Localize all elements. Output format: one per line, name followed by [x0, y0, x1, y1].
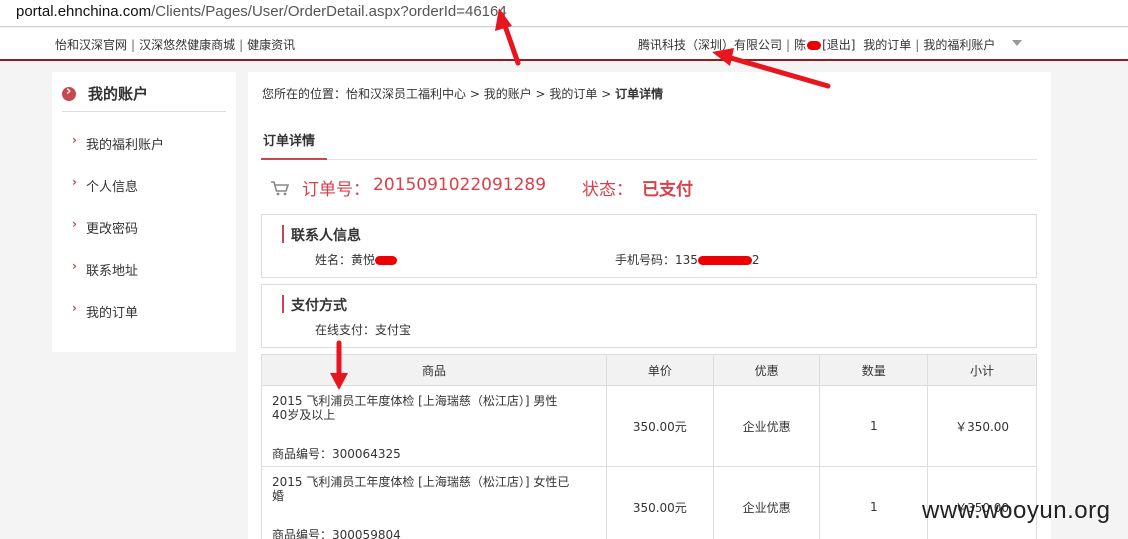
- payment-box: 支付方式 在线支付：支付宝: [261, 284, 1037, 348]
- arrow-circle-icon: [62, 84, 76, 101]
- my-account-link[interactable]: 我的福利账户: [923, 38, 995, 52]
- my-orders-link[interactable]: 我的订单: [863, 38, 911, 52]
- quantity: 1: [819, 466, 929, 539]
- order-number: 2015091022091289: [373, 175, 547, 195]
- sidebar-item-welfare-account[interactable]: 我的福利账户: [72, 133, 164, 176]
- payment-value: 支付宝: [375, 323, 412, 337]
- breadcrumb: 您所在的位置：怡和汉深员工福利中心 > 我的账户 > 我的订单 > 订单详情: [262, 85, 663, 102]
- sidebar-item-my-orders[interactable]: 我的订单: [72, 301, 164, 344]
- link-health-mall[interactable]: 汉深悠然健康商城: [139, 38, 235, 52]
- link-health-news[interactable]: 健康资讯: [247, 38, 295, 52]
- url-path: /Clients/Pages/User/OrderDetail.aspx?ord…: [151, 3, 507, 20]
- product-code: 商品编号：300064325: [272, 445, 401, 462]
- breadcrumb-prefix: 您所在的位置：: [262, 87, 347, 101]
- product-cell: 2015 飞利浦员工年度体检 [上海瑞慈（松江店）] 女性已婚 商品编号：300…: [261, 466, 607, 539]
- unit-price: 350.00元: [605, 466, 714, 539]
- col-header-subtotal: 小计: [927, 354, 1037, 386]
- col-header-price: 单价: [605, 354, 714, 386]
- browser-url-bar[interactable]: portal.ehnchina.com/Clients/Pages/User/O…: [0, 0, 1128, 27]
- contact-phone-row: 手机号码：135 2: [615, 251, 760, 268]
- sidebar-item-personal-info[interactable]: 个人信息: [72, 175, 164, 218]
- phone-label: 手机号码：: [615, 253, 676, 267]
- order-status: 已支付: [642, 180, 693, 200]
- sidebar-title: 我的账户: [88, 85, 149, 103]
- payment-title: 支付方式: [291, 298, 347, 314]
- logout-link[interactable]: [退出]: [822, 38, 855, 52]
- url-host: portal.ehnchina.com: [16, 3, 152, 20]
- breadcrumb-path[interactable]: 怡和汉深员工福利中心 > 我的账户 > 我的订单 >: [346, 87, 611, 101]
- company-name: 腾讯科技（深圳）有限公司: [638, 38, 783, 52]
- order-number-label: 订单号：: [302, 180, 370, 200]
- subtotal: ￥350.00: [927, 385, 1037, 467]
- breadcrumb-current: 订单详情: [615, 87, 664, 101]
- product-code-label: 商品编号：: [272, 528, 333, 539]
- tab-order-detail[interactable]: 订单详情: [261, 130, 327, 160]
- contact-info-title: 联系人信息: [291, 228, 361, 244]
- section-accent-bar: [282, 225, 284, 243]
- col-header-product: 商品: [261, 354, 607, 386]
- contact-name-row: 姓名：黄悦: [315, 251, 398, 268]
- table-row: 2015 飞利浦员工年度体检 [上海瑞慈（松江店）] 女性已婚 商品编号：300…: [261, 466, 1037, 539]
- payment-label: 在线支付：: [315, 323, 376, 337]
- contact-info-box: 联系人信息 姓名：黄悦 手机号码：135 2: [261, 214, 1037, 278]
- col-header-quantity: 数量: [819, 354, 929, 386]
- url-text[interactable]: portal.ehnchina.com/Clients/Pages/User/O…: [16, 3, 507, 20]
- table-header-row: 商品 单价 优惠 数量 小计: [261, 354, 1037, 386]
- sidebar-item-change-password[interactable]: 更改密码: [72, 217, 164, 260]
- discount: 企业优惠: [712, 385, 821, 467]
- product-name[interactable]: 2015 飞利浦员工年度体检 [上海瑞慈（松江店）] 男性40岁及以上: [272, 394, 572, 422]
- payment-row: 在线支付：支付宝: [315, 321, 411, 338]
- cart-icon: [271, 181, 290, 196]
- top-left-links: 怡和汉深官网 | 汉深悠然健康商城 | 健康资讯: [55, 38, 296, 52]
- quantity: 1: [819, 385, 929, 467]
- main-content: 您所在的位置：怡和汉深员工福利中心 > 我的账户 > 我的订单 > 订单详情 订…: [248, 72, 1051, 539]
- tab-bar: 订单详情: [261, 122, 1037, 160]
- product-name[interactable]: 2015 飞利浦员工年度体检 [上海瑞慈（松江店）] 女性已婚: [272, 475, 572, 503]
- product-code-value: 300064325: [332, 447, 401, 461]
- phone-suffix: 2: [751, 253, 760, 267]
- col-header-discount: 优惠: [712, 354, 821, 386]
- user-name: 陈: [794, 38, 807, 52]
- order-status-label: 状态：: [582, 180, 633, 200]
- watermark: www.wooyun.org: [922, 497, 1111, 524]
- redaction-mark: [697, 256, 752, 265]
- redaction-mark: [807, 41, 822, 50]
- sidebar-item-address[interactable]: 联系地址: [72, 259, 164, 302]
- account-sidebar: 我的账户 我的福利账户 个人信息 更改密码 联系地址 我的订单: [52, 72, 236, 352]
- discount: 企业优惠: [712, 466, 821, 539]
- name-label: 姓名：: [315, 253, 352, 267]
- product-code-label: 商品编号：: [272, 447, 333, 461]
- top-navigation: 怡和汉深官网 | 汉深悠然健康商城 | 健康资讯 腾讯科技（深圳）有限公司 | 陈 [退出] …: [0, 28, 1128, 61]
- table-row: 2015 飞利浦员工年度体检 [上海瑞慈（松江店）] 男性40岁及以上 商品编号…: [261, 385, 1037, 467]
- product-cell: 2015 飞利浦员工年度体检 [上海瑞慈（松江店）] 男性40岁及以上 商品编号…: [261, 385, 607, 467]
- redaction-mark: [375, 256, 398, 265]
- chevron-down-icon[interactable]: [1012, 40, 1022, 46]
- name-value: 黄悦: [351, 253, 376, 267]
- order-items-table: 商品 单价 优惠 数量 小计 2015 飞利浦员工年度体检 [上海瑞慈（松江店）…: [261, 354, 1037, 539]
- phone-prefix: 135: [675, 253, 698, 267]
- product-code-value: 300059804: [332, 528, 401, 539]
- link-official-site[interactable]: 怡和汉深官网: [55, 38, 127, 52]
- sidebar-header: 我的账户: [62, 82, 226, 112]
- unit-price: 350.00元: [605, 385, 714, 467]
- section-accent-bar: [282, 295, 284, 313]
- sidebar-menu: 我的福利账户 个人信息 更改密码 联系地址 我的订单: [72, 133, 164, 344]
- product-code: 商品编号：300059804: [272, 526, 401, 539]
- top-right-user-links: 腾讯科技（深圳）有限公司 | 陈 [退出] 我的订单 | 我的福利账户: [638, 38, 996, 52]
